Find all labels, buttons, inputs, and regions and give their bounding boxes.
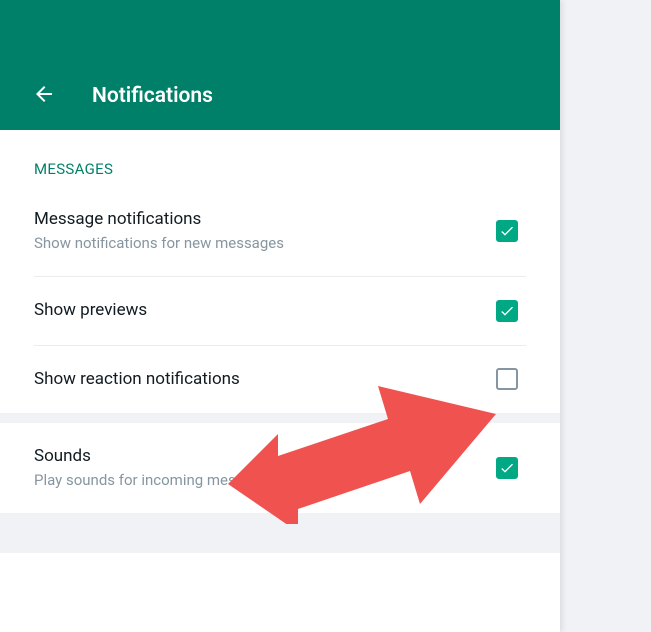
row-subtitle: Play sounds for incoming messages <box>34 470 496 491</box>
section-label-messages: MESSAGES <box>34 130 526 186</box>
settings-panel: Notifications MESSAGES Message notificat… <box>0 0 560 632</box>
show-previews-checkbox[interactable] <box>496 300 518 322</box>
row-subtitle: Show notifications for new messages <box>34 233 496 254</box>
show-reaction-notifications-checkbox[interactable] <box>496 368 518 390</box>
row-show-previews[interactable]: Show previews <box>34 277 526 346</box>
row-message-notifications[interactable]: Message notifications Show notifications… <box>34 186 526 277</box>
message-notifications-checkbox[interactable] <box>496 220 518 242</box>
row-show-reaction-notifications[interactable]: Show reaction notifications <box>34 346 526 414</box>
row-title: Show reaction notifications <box>34 368 496 392</box>
row-text: Message notifications Show notifications… <box>34 208 496 254</box>
row-sounds[interactable]: Sounds Play sounds for incoming messages <box>34 423 526 513</box>
row-text: Show previews <box>34 299 496 323</box>
back-arrow-icon[interactable] <box>30 80 58 108</box>
row-title: Show previews <box>34 299 496 323</box>
row-text: Show reaction notifications <box>34 368 496 392</box>
row-title: Sounds <box>34 445 496 469</box>
messages-section: MESSAGES Message notifications Show noti… <box>0 130 560 413</box>
sounds-section: Sounds Play sounds for incoming messages <box>0 423 560 513</box>
page-title: Notifications <box>92 84 213 108</box>
row-title: Message notifications <box>34 208 496 232</box>
row-text: Sounds Play sounds for incoming messages <box>34 445 496 491</box>
sounds-checkbox[interactable] <box>496 457 518 479</box>
section-gap <box>0 513 560 553</box>
header: Notifications <box>0 0 560 130</box>
section-gap <box>0 413 560 423</box>
